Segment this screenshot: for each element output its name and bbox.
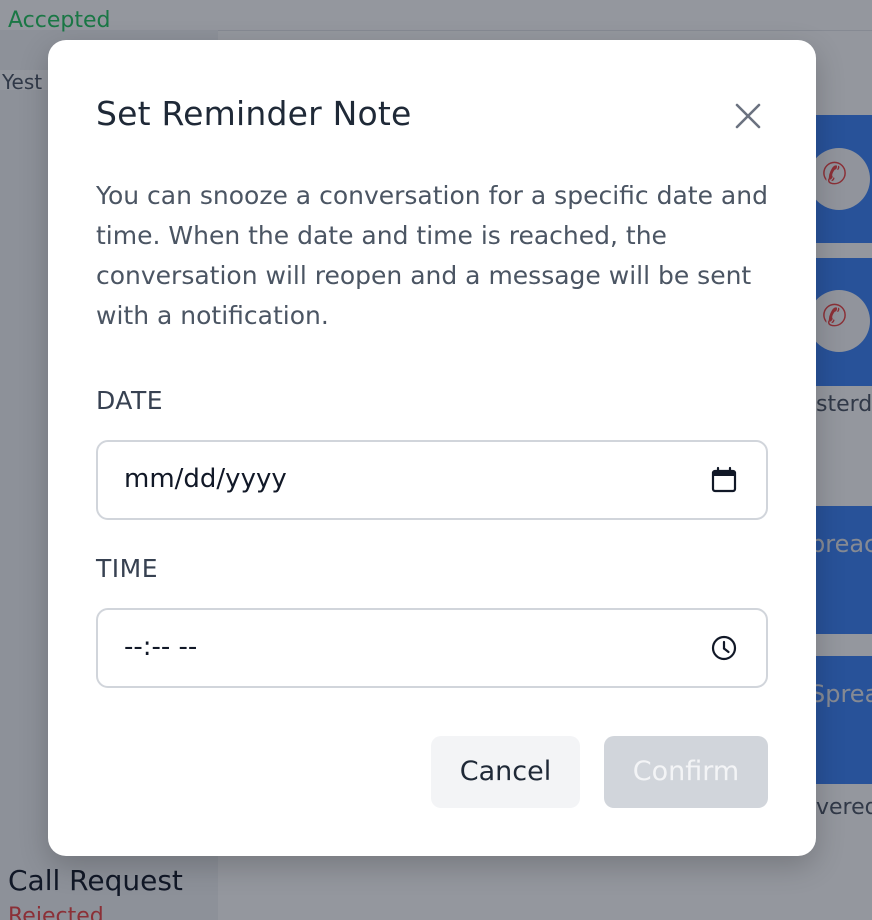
date-label: DATE: [96, 386, 164, 415]
close-button[interactable]: [728, 96, 768, 136]
confirm-button[interactable]: Confirm: [604, 736, 768, 808]
time-input[interactable]: --:-- --: [96, 608, 768, 688]
time-input-value: --:-- --: [124, 632, 198, 662]
close-icon: [735, 103, 761, 129]
reminder-modal: Set Reminder Note You can snooze a conve…: [48, 40, 816, 856]
modal-title: Set Reminder Note: [96, 94, 412, 133]
date-input-value: mm/dd/yyyy: [124, 464, 287, 494]
app-page: Accepted Yest Call Request Rejected ✆ ✆ …: [0, 0, 872, 920]
modal-description: You can snooze a conversation for a spec…: [96, 181, 768, 330]
clock-icon[interactable]: [710, 634, 738, 662]
time-label: TIME: [96, 554, 159, 583]
date-input[interactable]: mm/dd/yyyy: [96, 440, 768, 520]
calendar-icon[interactable]: [710, 466, 738, 494]
cancel-button[interactable]: Cancel: [431, 736, 580, 808]
